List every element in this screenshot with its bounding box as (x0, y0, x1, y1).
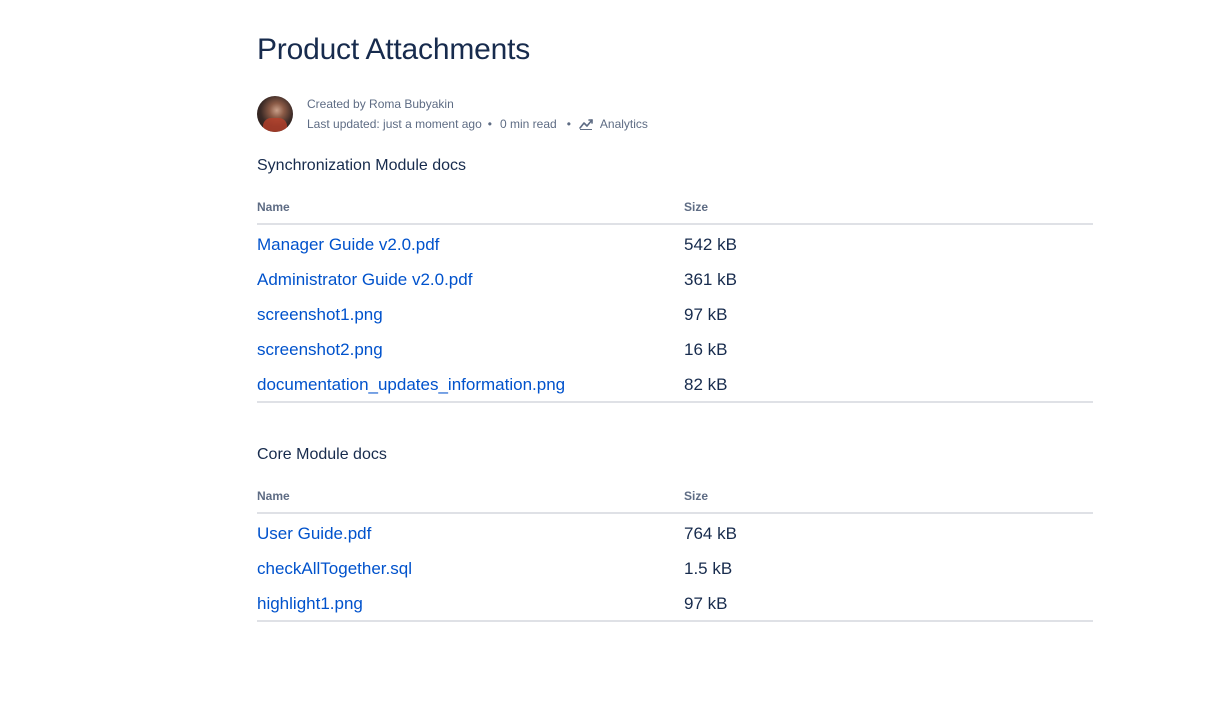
section-title-synchronization: Synchronization Module docs (257, 157, 467, 174)
last-updated[interactable]: Last updated: just a moment ago (307, 114, 482, 134)
attachment-link[interactable]: screenshot1.png (257, 305, 383, 324)
byline-meta: Last updated: just a moment ago • 0 min … (307, 114, 648, 134)
separator-dot: • (487, 117, 492, 131)
attachment-link[interactable]: documentation_updates_information.png (257, 375, 565, 394)
byline-text: Created by Roma Bubyakin Last updated: j… (307, 94, 648, 134)
attachment-size: 361 kB (684, 270, 737, 289)
attachments-table-synchronization: Name Size Manager Guide v2.0.pdf 542 kB … (257, 199, 1093, 403)
table-row: screenshot1.png 97 kB (257, 297, 1093, 332)
attachment-link[interactable]: User Guide.pdf (257, 524, 371, 543)
created-by[interactable]: Created by Roma Bubyakin (307, 94, 648, 114)
column-header-name[interactable]: Name (257, 199, 684, 225)
separator-dot: • (566, 117, 571, 131)
page-content: Product Attachments Created by Roma Buby… (257, 30, 1093, 622)
attachment-link[interactable]: Manager Guide v2.0.pdf (257, 235, 439, 254)
page: Product Attachments Created by Roma Buby… (0, 0, 1231, 711)
page-title: Product Attachments (257, 33, 531, 66)
table-row: highlight1.png 97 kB (257, 586, 1093, 622)
attachment-size: 764 kB (684, 524, 737, 543)
analytics-label: Analytics (599, 117, 648, 131)
table-header-row: Name Size (257, 488, 1093, 514)
page-byline: Created by Roma Bubyakin Last updated: j… (257, 96, 1093, 132)
attachment-size: 82 kB (684, 367, 1093, 403)
attachment-size: 97 kB (684, 305, 728, 324)
attachments-table-core: Name Size User Guide.pdf 764 kB checkAll… (257, 488, 1093, 622)
column-header-size[interactable]: Size (684, 488, 1093, 514)
table-row: screenshot2.png 16 kB (257, 332, 1093, 367)
analytics-chart-icon (579, 119, 593, 130)
table-row: checkAllTogether.sql 1.5 kB (257, 551, 1093, 586)
attachment-link[interactable]: highlight1.png (257, 594, 363, 613)
table-row: Manager Guide v2.0.pdf 542 kB (257, 224, 1093, 262)
attachment-size: 16 kB (684, 340, 728, 359)
attachment-link[interactable]: Administrator Guide v2.0.pdf (257, 270, 472, 289)
table-header-row: Name Size (257, 199, 1093, 225)
attachment-size: 1.5 kB (684, 559, 733, 578)
attachment-link[interactable]: screenshot2.png (257, 340, 383, 359)
column-header-name[interactable]: Name (257, 488, 684, 514)
attachment-size: 97 kB (684, 586, 1093, 622)
analytics-link[interactable]: Analytics (579, 114, 648, 134)
section-title-core: Core Module docs (257, 446, 387, 463)
table-row: User Guide.pdf 764 kB (257, 513, 1093, 551)
table-row: Administrator Guide v2.0.pdf 361 kB (257, 262, 1093, 297)
attachment-link[interactable]: checkAllTogether.sql (257, 559, 412, 578)
column-header-size[interactable]: Size (684, 199, 1093, 225)
table-row: documentation_updates_information.png 82… (257, 367, 1093, 403)
read-time: 0 min read (499, 117, 557, 131)
avatar[interactable] (257, 96, 293, 132)
attachment-size: 542 kB (684, 235, 737, 254)
